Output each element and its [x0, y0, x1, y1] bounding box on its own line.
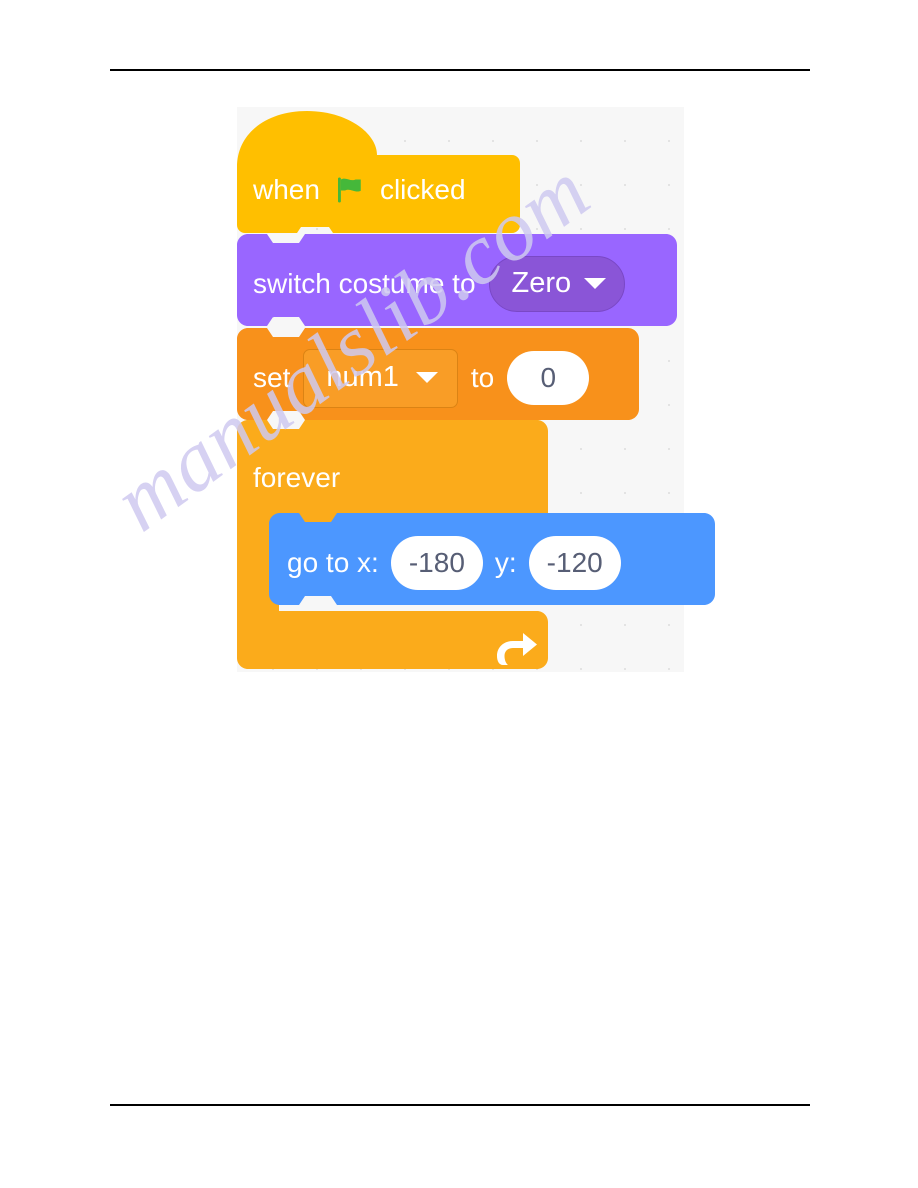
block-set-variable[interactable]: set num1 to 0 — [237, 327, 639, 421]
green-flag-icon — [334, 175, 366, 205]
scratch-block-stack: when clicked switch costume to Zero set … — [237, 107, 715, 677]
block-go-to-xy[interactable]: go to x: -180 y: -120 — [269, 512, 715, 606]
block-switch-costume-to[interactable]: switch costume to Zero — [237, 233, 677, 327]
block-when-flag-clicked[interactable]: when clicked — [237, 107, 520, 235]
go-to-x-label: go to x: — [287, 547, 379, 578]
go-to-y-input[interactable]: -120 — [528, 536, 621, 590]
switch-costume-label: switch costume to — [253, 268, 476, 299]
when-label: when — [253, 174, 320, 205]
switch-costume-content: switch costume to Zero — [253, 241, 626, 327]
set-label: set — [253, 362, 291, 393]
set-value-input[interactable]: 0 — [507, 351, 590, 405]
forever-label: forever — [253, 462, 341, 493]
chevron-down-icon — [584, 278, 607, 289]
clicked-label: clicked — [379, 174, 466, 205]
hat-block-shape — [237, 111, 520, 233]
costume-dropdown[interactable]: Zero — [488, 256, 626, 312]
chevron-down-icon — [415, 372, 438, 383]
variable-dropdown-value: num1 — [326, 361, 399, 393]
to-label: to — [470, 362, 495, 393]
variable-dropdown[interactable]: num1 — [303, 348, 458, 408]
go-to-xy-content: go to x: -180 y: -120 — [287, 520, 621, 606]
costume-dropdown-value: Zero — [511, 267, 572, 299]
go-to-y-label: y: — [494, 547, 517, 578]
loop-arrow-icon — [495, 629, 539, 669]
footer-rule — [110, 1104, 810, 1106]
set-variable-content: set num1 to 0 — [253, 335, 590, 421]
hat-block-content: when clicked — [253, 175, 466, 205]
header-rule — [110, 69, 810, 71]
go-to-x-input[interactable]: -180 — [390, 536, 483, 590]
